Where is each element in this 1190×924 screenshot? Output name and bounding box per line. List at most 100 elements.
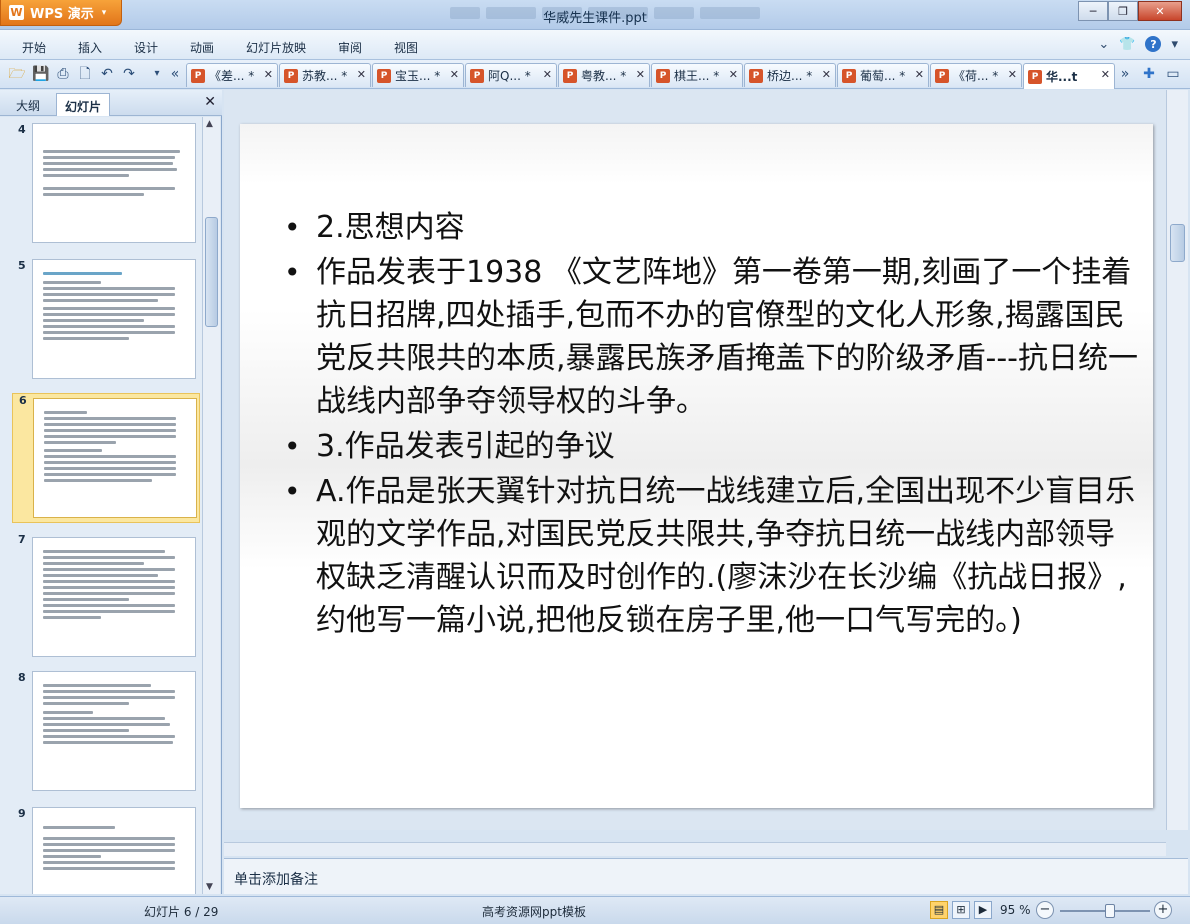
thumbnail-preview [32, 671, 196, 791]
zoom-in-icon[interactable]: + [1154, 901, 1172, 919]
close-tab-icon[interactable]: ✕ [636, 68, 645, 81]
window-title: 华威先生课件.ppt [543, 11, 647, 26]
close-tab-icon[interactable]: ✕ [357, 68, 366, 81]
slide-sorter-icon[interactable]: ⊞ [952, 901, 970, 919]
ppt-file-icon: P [656, 68, 670, 83]
zoom-level: 95 % [1000, 903, 1031, 917]
slideshow-icon[interactable]: ▶ [974, 901, 992, 919]
ppt-file-icon: P [377, 68, 391, 83]
slide-thumbnail-selected[interactable]: 6 [12, 393, 200, 523]
close-tab-icon[interactable]: ✕ [915, 68, 924, 81]
close-panel-icon[interactable]: ✕ [204, 94, 216, 110]
slide-thumbnail[interactable]: 5 [12, 259, 200, 383]
open-folder-icon[interactable]: 🗁 [8, 65, 26, 83]
menu-design[interactable]: 设计 [134, 39, 158, 56]
thumbnail-preview [32, 537, 196, 657]
collapse-ribbon-icon[interactable]: ⌄ [1098, 37, 1109, 52]
ppt-file-icon: P [191, 68, 205, 83]
bullet-item: A.作品是张天翼针对抗日统一战线建立后,全国出现不少盲目乐观的文学作品,对国民党… [284, 470, 1144, 642]
slides-panel: 大纲 幻灯片 ✕ 4 5 6 7 8 9 ▲ ▼ [0, 90, 222, 894]
close-button[interactable]: ✕ [1138, 1, 1182, 21]
status-bar: 幻灯片 6 / 29 高考资源网ppt模板 ▤ ⊞ ▶ 95 % − + [0, 896, 1190, 924]
doc-tab[interactable]: P 宝玉... * ✕ [372, 63, 464, 87]
menu-home[interactable]: 开始 [22, 39, 46, 56]
slide-thumbnail[interactable]: 8 [12, 671, 200, 795]
template-name: 高考资源网ppt模板 [482, 905, 586, 919]
zoom-out-icon[interactable]: − [1036, 901, 1054, 919]
undo-icon[interactable]: ↶ [98, 65, 116, 83]
chevron-down-icon[interactable]: ▾ [1171, 37, 1178, 52]
ppt-file-icon: P [842, 68, 856, 83]
horizontal-scrollbar[interactable] [224, 842, 1166, 856]
print-preview-icon[interactable]: 🗋 [76, 65, 94, 83]
slide-editor: 2.思想内容 作品发表于1938 《文艺阵地》第一卷第一期,刻画了一个挂着抗日招… [224, 90, 1166, 830]
doc-tab-active[interactable]: P 华...t ✕ [1023, 63, 1115, 89]
menu-right-tools: ⌄ 👕 ? ▾ [1098, 36, 1178, 52]
panel-tabs: 大纲 幻灯片 ✕ [0, 90, 222, 116]
thumbnail-preview [33, 398, 197, 518]
tab-outline[interactable]: 大纲 [8, 93, 48, 116]
doc-tab[interactable]: P 葡萄... * ✕ [837, 63, 929, 87]
scrollbar-thumb[interactable] [205, 217, 218, 327]
doc-tab[interactable]: P 粤教... * ✕ [558, 63, 650, 87]
menu-slideshow[interactable]: 幻灯片放映 [246, 39, 306, 56]
scroll-up-icon[interactable]: ▲ [206, 119, 213, 129]
close-tab-icon[interactable]: ✕ [729, 68, 738, 81]
normal-view-icon[interactable]: ▤ [930, 901, 948, 919]
scrollbar-thumb[interactable] [1170, 224, 1185, 262]
doc-tab[interactable]: P 棋王... * ✕ [651, 63, 743, 87]
bullet-item: 2.思想内容 [284, 206, 1144, 249]
minimize-button[interactable]: ─ [1078, 1, 1108, 21]
new-tab-icon[interactable]: ✚ [1140, 65, 1158, 83]
help-icon[interactable]: ? [1145, 36, 1162, 52]
bullet-item: 3.作品发表引起的争议 [284, 425, 1144, 468]
slide-thumbnail[interactable]: 7 [12, 533, 200, 659]
redo-icon[interactable]: ↷ [120, 65, 138, 83]
doc-tab[interactable]: P 苏教... * ✕ [279, 63, 371, 87]
tab-list-icon[interactable]: ▭ [1164, 65, 1182, 83]
slide-thumbnail[interactable]: 4 [12, 123, 200, 247]
close-tab-icon[interactable]: ✕ [264, 68, 273, 81]
notes-pane[interactable]: 单击添加备注 [224, 858, 1188, 894]
skin-icon[interactable]: 👕 [1119, 37, 1135, 52]
tab-slides[interactable]: 幻灯片 [56, 93, 111, 116]
current-slide[interactable]: 2.思想内容 作品发表于1938 《文艺阵地》第一卷第一期,刻画了一个挂着抗日招… [240, 124, 1153, 808]
close-tab-icon[interactable]: ✕ [1101, 68, 1110, 81]
close-tab-icon[interactable]: ✕ [450, 68, 459, 81]
ppt-file-icon: P [935, 68, 949, 83]
thumbnail-preview [32, 123, 196, 243]
close-tab-icon[interactable]: ✕ [543, 68, 552, 81]
menu-insert[interactable]: 插入 [78, 39, 102, 56]
doc-tab[interactable]: P 阿Q... * ✕ [465, 63, 557, 87]
slide-thumbnails: 4 5 6 7 8 9 [0, 117, 202, 894]
notes-placeholder: 单击添加备注 [234, 872, 318, 888]
tab-scroll-right-icon[interactable]: » [1116, 65, 1134, 83]
slide-scrollbar[interactable] [1166, 90, 1188, 830]
window-controls: ─ ❐ ✕ [1078, 1, 1182, 21]
doc-tab[interactable]: P 《荷... * ✕ [930, 63, 1022, 87]
menu-bar: 开始 插入 设计 动画 幻灯片放映 审阅 视图 ⌄ 👕 ? ▾ [0, 30, 1190, 60]
close-tab-icon[interactable]: ✕ [822, 68, 831, 81]
doc-tab[interactable]: P 桥边... * ✕ [744, 63, 836, 87]
thumbnail-preview [32, 807, 196, 894]
ppt-file-icon: P [470, 68, 484, 83]
thumbnail-scrollbar[interactable]: ▲ ▼ [202, 117, 220, 894]
close-tab-icon[interactable]: ✕ [1008, 68, 1017, 81]
restore-button[interactable]: ❐ [1108, 1, 1138, 21]
tab-scroll-left-icon[interactable]: « [166, 65, 184, 83]
print-icon[interactable]: ⎙ [54, 65, 72, 83]
scroll-down-icon[interactable]: ▼ [206, 882, 213, 892]
menu-view[interactable]: 视图 [394, 39, 418, 56]
slide-thumbnail[interactable]: 9 [12, 807, 200, 894]
doc-tab[interactable]: P 《差... * ✕ [186, 63, 278, 87]
slide-content[interactable]: 2.思想内容 作品发表于1938 《文艺阵地》第一卷第一期,刻画了一个挂着抗日招… [284, 206, 1144, 644]
ppt-file-icon: P [563, 68, 577, 83]
customize-toolbar-icon[interactable]: ▾ [148, 65, 166, 83]
slide-counter: 幻灯片 6 / 29 [144, 905, 219, 919]
zoom-slider-handle[interactable] [1104, 904, 1115, 918]
ppt-file-icon: P [284, 68, 298, 83]
menu-animation[interactable]: 动画 [190, 39, 214, 56]
ppt-file-icon: P [1028, 69, 1042, 84]
save-icon[interactable]: 💾 [32, 65, 50, 83]
menu-review[interactable]: 审阅 [338, 39, 362, 56]
